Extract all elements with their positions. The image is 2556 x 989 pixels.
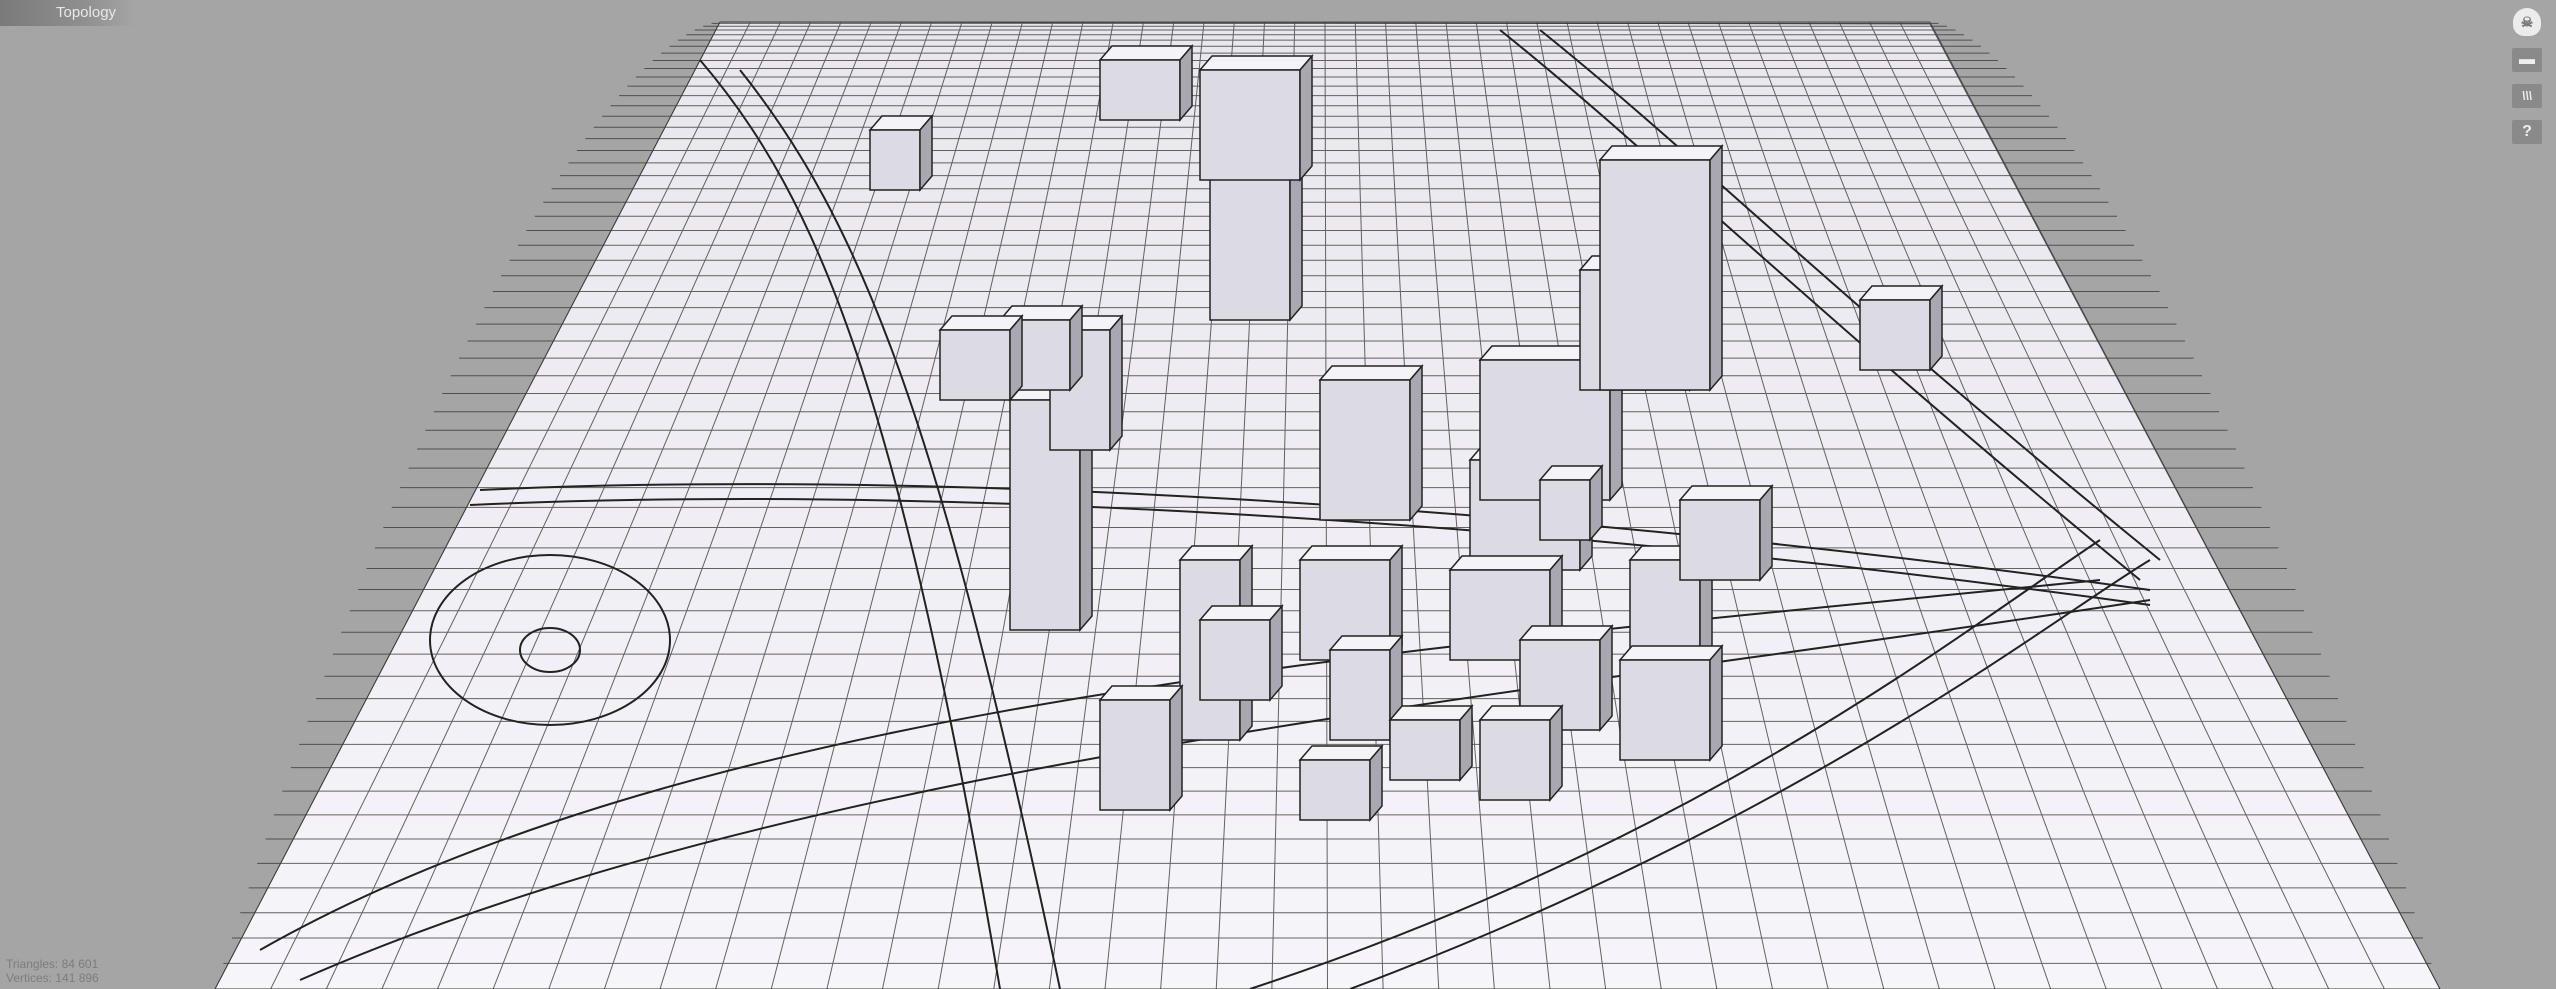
building-side	[1179, 43, 1193, 123]
building-side	[1369, 743, 1383, 823]
building-roof	[1518, 625, 1614, 641]
building-roof	[1098, 685, 1184, 701]
triangle-count: Triangles: 84 601	[6, 957, 99, 971]
skull-icon[interactable]: ☠	[2513, 8, 2541, 36]
building-roof	[1198, 55, 1314, 71]
building-roof	[1598, 145, 1724, 161]
building	[1199, 619, 1271, 701]
building-roof	[1858, 285, 1944, 301]
building-side	[1109, 313, 1123, 453]
building-roof	[1198, 605, 1284, 621]
building-roof	[1298, 745, 1384, 761]
building	[869, 129, 921, 191]
building	[1679, 499, 1761, 581]
building-side	[1409, 363, 1423, 523]
view-title: Topology	[0, 0, 135, 26]
building	[1859, 299, 1931, 371]
building-side	[1069, 303, 1083, 393]
building-side	[1009, 313, 1023, 403]
building-roof	[1318, 365, 1424, 381]
building-side	[1299, 53, 1313, 183]
building-roof	[1388, 705, 1474, 721]
building	[1599, 159, 1711, 391]
building-roof	[938, 315, 1024, 331]
building	[1299, 759, 1371, 821]
building-roof	[1678, 485, 1774, 501]
building-side	[1929, 283, 1943, 373]
building-side	[1759, 483, 1773, 583]
building-side	[1459, 703, 1473, 783]
wireframe-icon[interactable]: \\\	[2512, 84, 2542, 108]
building-side	[1709, 143, 1723, 393]
vertex-count: Vertices: 141 896	[6, 971, 99, 985]
building-roof	[1478, 705, 1564, 721]
building	[1389, 719, 1461, 781]
building	[1099, 699, 1171, 811]
building-side	[1549, 703, 1563, 803]
building-side	[1169, 683, 1183, 813]
building	[1199, 69, 1301, 181]
view-toolbar: ☠ ▬ \\\ ?	[2512, 8, 2542, 144]
building	[1329, 649, 1391, 741]
mesh-stats: Triangles: 84 601 Vertices: 141 896	[6, 957, 99, 985]
building	[1319, 379, 1411, 521]
building-side	[1269, 603, 1283, 703]
building-side	[1709, 643, 1723, 763]
building	[939, 329, 1011, 401]
building	[1619, 659, 1711, 761]
help-icon[interactable]: ?	[2512, 120, 2542, 144]
building-roof	[1098, 45, 1194, 61]
building-side	[919, 113, 933, 193]
3d-viewport[interactable]	[0, 0, 2556, 989]
solid-view-icon[interactable]: ▬	[2512, 48, 2542, 72]
building-side	[1599, 623, 1613, 733]
building-roof	[1298, 545, 1404, 561]
building	[1539, 479, 1591, 541]
building-side	[1589, 463, 1603, 543]
building	[1479, 719, 1551, 801]
building-roof	[1618, 645, 1724, 661]
building	[1099, 59, 1181, 121]
building-roof	[1448, 555, 1564, 571]
